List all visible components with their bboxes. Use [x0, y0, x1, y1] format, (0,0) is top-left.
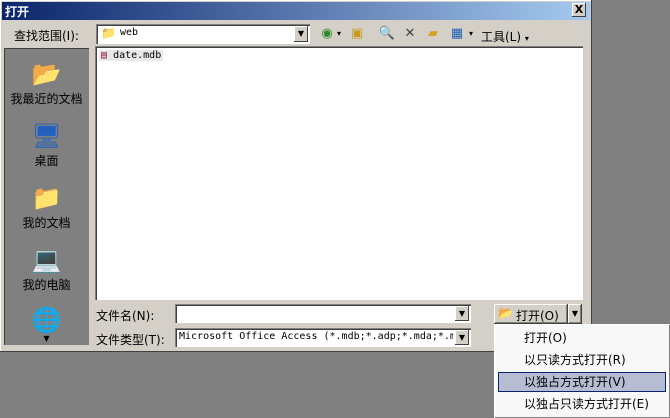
filename-input[interactable]: ▼: [175, 304, 471, 323]
look-in-label: 查找范围(I):: [14, 29, 79, 43]
places-bar: 📂 我最近的文档 🖥 桌面 📁 我的文档 💻 我的电脑 🌐 ▼: [4, 48, 89, 345]
place-label: 我的文档: [22, 216, 71, 230]
tools-label: 工具(L): [481, 30, 522, 44]
filetype-value: Microsoft Office Access (*.mdb;*.adp;*.m…: [179, 331, 453, 342]
file-item[interactable]: ▤ date.mdb: [99, 50, 164, 61]
dialog-title: 打开: [5, 5, 30, 19]
filename-label: 文件名(N):: [96, 309, 155, 323]
close-button[interactable]: X: [572, 3, 586, 17]
scroll-down-icon[interactable]: ▼: [4, 334, 89, 343]
open-button-label: 打开(O): [516, 309, 559, 323]
documents-folder-icon: 📁: [31, 184, 62, 212]
place-label: 我的电脑: [22, 278, 71, 292]
chevron-down-icon: ▼: [297, 29, 305, 38]
delete-icon[interactable]: ✕: [401, 25, 419, 43]
chevron-down-icon: ▼: [458, 333, 466, 342]
filetype-label: 文件类型(T):: [96, 333, 165, 347]
chevron-down-icon: ▼: [458, 309, 466, 318]
title-bar[interactable]: 打开 X: [2, 2, 590, 20]
access-file-icon: ▤: [101, 50, 108, 61]
open-folder-icon: 📂: [498, 306, 513, 320]
place-my-computer[interactable]: 💻 我的电脑: [4, 246, 89, 293]
place-my-documents[interactable]: 📁 我的文档: [4, 184, 89, 231]
views-dropdown-icon[interactable]: ▾: [466, 25, 476, 43]
file-name: date.mdb: [113, 50, 162, 61]
tools-menu[interactable]: 工具(L) ▾: [481, 28, 529, 45]
up-folder-icon[interactable]: ▣: [348, 25, 366, 43]
menu-item-open[interactable]: 打开(O): [498, 328, 666, 348]
place-desktop[interactable]: 🖥 桌面: [4, 122, 89, 169]
place-label: 我最近的文档: [10, 92, 83, 106]
chevron-down-icon: ▾: [524, 34, 529, 43]
look-in-combo[interactable]: 📁 web ▼: [96, 24, 310, 44]
computer-icon: 💻: [31, 246, 62, 274]
back-dropdown-icon[interactable]: ▾: [334, 25, 344, 43]
menu-item-open-readonly[interactable]: 以只读方式打开(R): [498, 350, 666, 370]
views-icon[interactable]: ▦: [448, 25, 466, 43]
new-folder-icon[interactable]: ▰: [424, 25, 442, 43]
chevron-down-icon: ▼: [571, 309, 579, 318]
close-icon: X: [574, 3, 584, 16]
file-list[interactable]: ▤ date.mdb: [95, 46, 583, 300]
open-dialog: 打开 X 查找范围(I): 📁 web ▼ ◉ ▾ ▣ 🔍 ✕ ▰ ▦ ▾ 工具…: [0, 0, 592, 352]
filetype-dropdown-button[interactable]: ▼: [455, 330, 469, 345]
place-network[interactable]: 🌐 ▼: [4, 306, 89, 343]
look-in-dropdown-button[interactable]: ▼: [294, 26, 308, 42]
place-label: 桌面: [34, 154, 59, 168]
open-options-menu: 打开(O) 以只读方式打开(R) 以独占方式打开(V) 以独占只读方式打开(E): [494, 324, 670, 418]
network-globe-icon: 🌐: [31, 306, 62, 334]
look-in-value: web: [120, 27, 139, 38]
desktop-icon: 🖥: [31, 122, 62, 150]
place-recent-documents[interactable]: 📂 我最近的文档: [4, 60, 89, 107]
folder-icon: 📁: [101, 26, 116, 40]
menu-item-open-exclusive-readonly[interactable]: 以独占只读方式打开(E): [498, 394, 666, 414]
filetype-select[interactable]: Microsoft Office Access (*.mdb;*.adp;*.m…: [175, 328, 471, 347]
menu-item-open-exclusive[interactable]: 以独占方式打开(V): [498, 372, 666, 392]
open-dropdown-button[interactable]: ▼: [568, 304, 582, 324]
filename-dropdown-button[interactable]: ▼: [455, 306, 469, 321]
open-button[interactable]: 📂 打开(O): [494, 304, 568, 324]
search-web-icon[interactable]: 🔍: [378, 25, 396, 43]
recent-folder-icon: 📂: [31, 60, 62, 88]
